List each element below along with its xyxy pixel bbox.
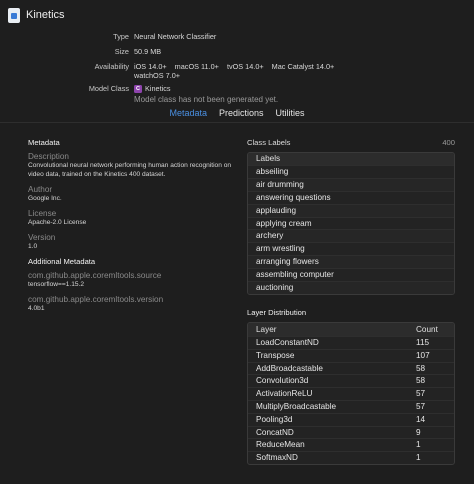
size-label: Size <box>114 47 129 56</box>
layer-count: 9 <box>416 427 421 437</box>
table-row[interactable]: ActivationReLU 57 <box>248 387 454 400</box>
table-row[interactable]: arranging flowers <box>248 255 454 269</box>
layer-distribution-table[interactable]: Layer Count LoadConstantND 115 Transpose 1… <box>247 322 455 465</box>
table-row[interactable]: MultiplyBroadcastable 57 <box>248 399 454 413</box>
layer-table-header: Layer Count <box>248 323 454 336</box>
layer-count: 1 <box>416 440 421 450</box>
table-row[interactable]: arm wrestling <box>248 242 454 255</box>
class-labels-section: Class Labels 400 Labels abseiling air dr… <box>247 138 455 295</box>
count-column-header[interactable]: Count <box>406 323 446 336</box>
table-row[interactable]: applying cream <box>248 216 454 230</box>
additional-metadata-title: Additional Metadata <box>28 257 96 266</box>
layer-count: 115 <box>416 338 430 347</box>
tab-predictions[interactable]: Predictions <box>219 108 264 118</box>
table-row[interactable]: abseiling <box>248 165 454 178</box>
tab-utilities[interactable]: Utilities <box>276 108 305 118</box>
table-row[interactable]: auctioning <box>248 281 454 294</box>
layer-column-header[interactable]: Layer <box>256 323 406 336</box>
layer-count: 57 <box>416 389 426 399</box>
description-label: Description <box>28 152 69 161</box>
table-row[interactable]: Pooling3d 14 <box>248 412 454 426</box>
availability-row: Availability iOS 14.0+ macOS 11.0+ tvOS … <box>0 62 474 80</box>
table-row[interactable]: ReduceMean 1 <box>248 438 454 451</box>
table-row[interactable]: AddBroadcastable 58 <box>248 361 454 375</box>
metadata-section: Metadata Description Convolutional neura… <box>28 138 238 319</box>
license-label: License <box>28 209 57 218</box>
availability-watchos: watchOS 7.0+ <box>134 71 181 80</box>
tools-version-key: com.github.apple.coremltools.version <box>28 295 164 304</box>
model-class-value[interactable]: Kinetics <box>145 84 171 93</box>
availability-catalyst: Mac Catalyst 14.0+ <box>271 62 335 71</box>
table-row[interactable]: applauding <box>248 203 454 217</box>
class-labels-table[interactable]: Labels abseiling air drumming answering … <box>247 152 455 295</box>
layer-count: 14 <box>416 414 426 424</box>
source-key: com.github.apple.coremltools.source <box>28 271 162 280</box>
table-row[interactable]: SoftmaxND 1 <box>248 451 454 464</box>
version-label: Version <box>28 233 56 242</box>
layer-name: Transpose <box>256 350 295 360</box>
version-value: 1.0 <box>28 243 38 250</box>
tab-bar: Metadata Predictions Utilities <box>0 108 474 118</box>
app-title: Kinetics <box>26 9 65 21</box>
layer-name: MultiplyBroadcastable <box>256 401 337 411</box>
layer-name: ReduceMean <box>256 440 305 450</box>
tab-divider <box>0 122 474 123</box>
table-row[interactable]: air drumming <box>248 177 454 191</box>
table-row[interactable]: Transpose 107 <box>248 348 454 362</box>
layer-count: 57 <box>416 401 426 411</box>
layer-name: Pooling3d <box>256 414 293 424</box>
table-row[interactable]: answering questions <box>248 190 454 204</box>
layer-name: SoftmaxND <box>256 453 298 463</box>
model-class-note: Model class has not been generated yet. <box>134 95 279 105</box>
model-info: Type Neural Network Classifier Size 50.9… <box>0 30 474 104</box>
layer-name: LoadConstantND <box>256 338 319 347</box>
availability-tvos: tvOS 14.0+ <box>226 62 264 71</box>
swift-class-icon: C <box>134 85 142 94</box>
type-row: Type Neural Network Classifier <box>0 32 474 41</box>
layer-count: 58 <box>416 363 426 373</box>
model-class-block: C Kinetics Model class has not been gener… <box>134 84 278 104</box>
layer-name: AddBroadcastable <box>256 363 323 373</box>
availability-ios: iOS 14.0+ <box>134 62 167 71</box>
layer-distribution-title: Layer Distribution <box>247 308 307 317</box>
layer-count: 1 <box>416 453 421 463</box>
availability-label: Availability <box>94 62 129 71</box>
model-class-label: Model Class <box>88 84 129 93</box>
table-row[interactable]: ConcatND 9 <box>248 425 454 439</box>
table-row[interactable]: LoadConstantND 115 <box>248 336 454 349</box>
model-class-value-line[interactable]: C Kinetics <box>134 84 278 94</box>
layer-name: Convolution3d <box>256 376 309 386</box>
table-row[interactable]: archery <box>248 229 454 243</box>
license-value: Apache-2.0 License <box>28 219 87 226</box>
layer-name: ActivationReLU <box>256 389 313 399</box>
layer-count: 58 <box>416 376 426 386</box>
layer-name: ConcatND <box>256 427 294 437</box>
metadata-title: Metadata <box>28 138 60 147</box>
source-value: tensorflow==1.15.2 <box>28 281 85 288</box>
class-labels-count: 400 <box>442 138 455 147</box>
tools-version-value: 4.0b1 <box>28 305 45 312</box>
availability-values: iOS 14.0+ macOS 11.0+ tvOS 14.0+ Mac Cat… <box>134 62 364 80</box>
tab-metadata[interactable]: Metadata <box>169 108 207 118</box>
labels-column-header[interactable]: Labels <box>248 153 454 165</box>
model-class-row: Model Class C Kinetics Model class has no… <box>0 84 474 104</box>
type-value: Neural Network Classifier <box>134 32 217 41</box>
size-row: Size 50.9 MB <box>0 47 474 56</box>
mlmodel-file-icon <box>8 7 20 23</box>
type-label: Type <box>113 32 129 41</box>
class-labels-header: Class Labels 400 <box>247 138 455 147</box>
description-value: Convolutional neural network performing … <box>28 162 232 178</box>
layer-distribution-section: Layer Distribution Layer Count LoadConst… <box>247 308 455 465</box>
header: Kinetics <box>0 0 474 30</box>
table-row[interactable]: Convolution3d 58 <box>248 374 454 387</box>
layer-count: 107 <box>416 350 430 360</box>
author-value: Google Inc. <box>28 195 62 202</box>
class-labels-title: Class Labels <box>247 138 291 147</box>
class-labels-rows: abseiling air drumming answering questio… <box>248 165 454 294</box>
size-value: 50.9 MB <box>134 47 162 56</box>
availability-macos: macOS 11.0+ <box>174 62 219 71</box>
table-row[interactable]: assembling computer <box>248 268 454 281</box>
author-label: Author <box>28 185 53 194</box>
